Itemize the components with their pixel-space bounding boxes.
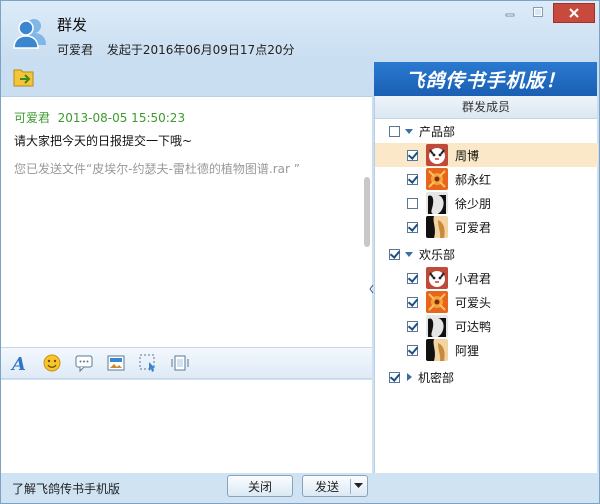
member-row[interactable]: 郝永红	[375, 167, 598, 191]
minimize-icon	[505, 13, 515, 17]
member-checkbox[interactable]	[407, 296, 418, 308]
group-row[interactable]: 产品部	[375, 119, 598, 143]
chevron-down-icon[interactable]	[354, 483, 363, 489]
cat-avatar	[426, 267, 448, 289]
emoji-icon[interactable]	[41, 352, 63, 374]
message-body: 请大家把今天的日报提交一下哦~	[14, 134, 193, 148]
shake-icon[interactable]	[169, 352, 191, 374]
member-row[interactable]: 可爱君	[375, 215, 598, 239]
chat-history[interactable]: 可爱君 2013-08-05 15:50:23 请大家把今天的日报提交一下哦~ …	[1, 96, 372, 347]
member-checkbox[interactable]	[407, 272, 418, 284]
expand-down-icon[interactable]	[405, 251, 413, 257]
bottom-bar: 了解飞鸽传书手机版 关闭 发送	[1, 473, 597, 501]
member-name: 可达鸭	[455, 319, 492, 334]
member-name: 郝永红	[455, 172, 492, 187]
member-checkbox[interactable]	[407, 344, 418, 356]
member-name: 小君君	[455, 271, 492, 286]
bw-avatar	[426, 315, 448, 337]
scrollbar-thumb[interactable]	[364, 177, 370, 247]
flower-avatar	[426, 168, 448, 190]
member-name: 可爱头	[455, 295, 492, 310]
bubble-icon[interactable]	[73, 352, 95, 374]
group-checkbox[interactable]	[389, 125, 400, 137]
chat-scrollbar[interactable]	[362, 105, 371, 341]
member-checkbox[interactable]	[407, 173, 418, 185]
window-controls	[497, 3, 595, 23]
member-row[interactable]: 周博	[375, 143, 598, 167]
tan-avatar	[426, 216, 448, 238]
member-name: 徐少朋	[455, 196, 492, 211]
format-toolbar: A	[1, 347, 372, 379]
group-row[interactable]: 欢乐部	[375, 242, 598, 266]
flower-avatar	[426, 291, 448, 313]
tan-avatar	[426, 339, 448, 361]
member-checkbox[interactable]	[407, 320, 418, 332]
send-file-icon[interactable]	[13, 67, 35, 87]
group-name: 欢乐部	[419, 247, 456, 262]
member-row[interactable]: 小君君	[375, 266, 598, 290]
window-subtitle: 可爱君 发起于2016年06月09日17点20分	[57, 41, 304, 58]
sender-name: 可爱君	[57, 43, 94, 57]
window-title: 群发	[57, 16, 88, 34]
file-sent-notice: 您已发送文件“皮埃尔-约瑟夫-雷杜德的植物图谱.rar ”	[14, 162, 300, 176]
send-split-divider	[350, 479, 351, 494]
expand-right-icon[interactable]	[407, 373, 412, 381]
group-checkbox[interactable]	[389, 371, 400, 383]
member-checkbox[interactable]	[407, 197, 418, 209]
close-button-label: 关闭	[247, 479, 272, 494]
minimize-button[interactable]	[497, 3, 523, 21]
start-time: 发起于2016年06月09日17点20分	[106, 43, 295, 57]
close-icon	[569, 8, 579, 18]
bw-avatar	[426, 192, 448, 214]
group-name: 产品部	[419, 124, 456, 139]
member-checkbox[interactable]	[407, 221, 418, 233]
member-row[interactable]: 可达鸭	[375, 314, 598, 338]
expand-down-icon[interactable]	[405, 128, 413, 134]
send-button[interactable]: 发送	[302, 475, 368, 497]
members-title: 群发成员	[375, 96, 597, 119]
member-row[interactable]: 阿狸	[375, 338, 598, 362]
mobile-version-link[interactable]: 了解飞鸽传书手机版	[12, 480, 120, 497]
maximize-button[interactable]	[525, 3, 551, 21]
close-button[interactable]: 关闭	[227, 475, 293, 497]
member-name: 周博	[455, 148, 480, 163]
member-row[interactable]: 可爱头	[375, 290, 598, 314]
close-window-button[interactable]	[553, 3, 595, 23]
member-checkbox[interactable]	[407, 149, 418, 161]
member-name: 阿狸	[455, 343, 480, 358]
group-row[interactable]: 机密部	[375, 365, 598, 389]
font-icon[interactable]: A	[9, 352, 31, 374]
mobile-banner[interactable]: 飞鸽传书手机版！	[374, 62, 597, 96]
group-checkbox[interactable]	[389, 248, 400, 260]
member-row[interactable]: 徐少朋	[375, 191, 598, 215]
maximize-icon	[533, 7, 543, 17]
member-name: 可爱君	[455, 220, 492, 235]
screenshot-icon[interactable]	[137, 352, 159, 374]
message-input[interactable]	[1, 380, 372, 473]
svg-text:A: A	[10, 354, 26, 373]
cat-avatar	[426, 144, 448, 166]
image-icon[interactable]	[105, 352, 127, 374]
send-button-label: 发送	[314, 479, 339, 494]
group-name: 机密部	[418, 370, 455, 385]
members-panel: 群发成员 产品部 周博 郝永红 徐少朋 可爱君 欢乐部 小君君 可爱头 可达鸭 …	[374, 96, 598, 473]
group-chat-icon	[13, 15, 47, 49]
message-header: 可爱君 2013-08-05 15:50:23	[14, 111, 186, 125]
